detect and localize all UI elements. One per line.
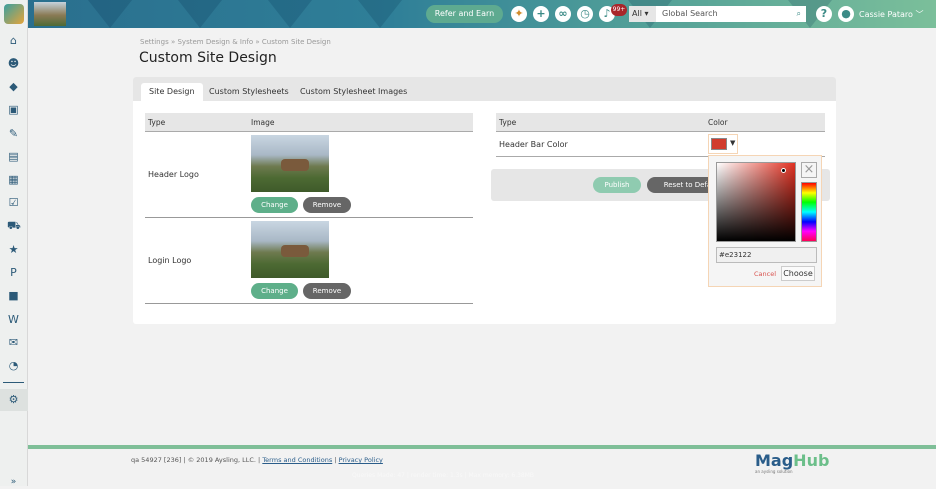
publish-button[interactable]: Publish bbox=[593, 177, 641, 193]
hex-input[interactable]: #e23122 bbox=[716, 247, 817, 263]
history-icon[interactable]: ◷ bbox=[577, 6, 593, 22]
calendar-icon[interactable]: ★ bbox=[7, 243, 20, 256]
col-type: Type bbox=[499, 118, 517, 127]
clipboard-icon[interactable]: ☑ bbox=[7, 196, 20, 209]
document-icon[interactable]: ▤ bbox=[7, 150, 20, 163]
table-row: Header Bar Color ▼ bbox=[496, 132, 825, 157]
page-title: Custom Site Design bbox=[139, 50, 277, 66]
logo-hub: Hub bbox=[793, 451, 830, 470]
tab-site-design[interactable]: Site Design bbox=[141, 83, 203, 101]
hue-slider[interactable] bbox=[801, 182, 817, 242]
handshake-icon[interactable]: ◆ bbox=[7, 80, 20, 93]
maghub-logo[interactable]: MagHub an aysling solution bbox=[755, 451, 830, 475]
ticket-icon[interactable]: ✎ bbox=[7, 127, 20, 140]
truck-icon[interactable]: ■ bbox=[7, 289, 20, 302]
change-button[interactable]: Change bbox=[251, 197, 298, 213]
footer-line bbox=[28, 445, 936, 449]
table-row: Login Logo Change Remove bbox=[145, 218, 473, 304]
logo-mag: Mag bbox=[755, 451, 794, 470]
w2-icon[interactable]: W bbox=[7, 313, 20, 326]
party-icon[interactable]: ✦ bbox=[511, 6, 527, 22]
user-name: Cassie Pataro bbox=[859, 10, 913, 19]
parking-icon[interactable]: P bbox=[7, 266, 20, 279]
home-icon[interactable]: ⌂ bbox=[7, 34, 20, 47]
user-menu[interactable]: Cassie Pataro ﹀ bbox=[859, 9, 923, 20]
chevron-down-icon: ﹀ bbox=[915, 10, 924, 19]
cancel-link[interactable]: Cancel bbox=[754, 270, 776, 278]
table-header: Type Color bbox=[496, 113, 825, 132]
sidebar: ⌂ ☻ ◆ ▣ ✎ ▤ ▦ ☑ ⛟ ★ P ■ W ✉ ◔ ⚙ » bbox=[0, 0, 28, 489]
gear-icon: ⚙ bbox=[8, 393, 19, 406]
settings-item[interactable]: ⚙ bbox=[0, 389, 28, 411]
plus-icon[interactable]: + bbox=[533, 6, 549, 22]
tab-bar: Site Design Custom Stylesheets Custom St… bbox=[133, 77, 836, 101]
breadcrumb-system-design[interactable]: System Design & Info bbox=[177, 38, 253, 46]
contacts-icon[interactable]: ☻ bbox=[7, 57, 20, 70]
search-placeholder: Global Search bbox=[662, 9, 718, 18]
chevron-down-icon: ▾ bbox=[644, 9, 649, 18]
row-type: Header Logo bbox=[148, 170, 199, 179]
global-search-input[interactable]: Global Search ⌕ bbox=[656, 6, 806, 22]
footer-info: qa 54927 [236] | © 2019 Aysling, LLC. | … bbox=[131, 456, 383, 464]
header-image bbox=[34, 2, 66, 26]
login-logo-image bbox=[251, 221, 329, 278]
search-scope-value: All bbox=[632, 9, 642, 18]
saturation-value-area[interactable] bbox=[716, 162, 796, 242]
link-icon[interactable]: ∞ bbox=[555, 6, 571, 22]
app-logo[interactable] bbox=[4, 4, 24, 24]
row-type: Login Logo bbox=[148, 256, 192, 265]
footer-copyright: qa 54927 [236] | © 2019 Aysling, LLC. | bbox=[131, 456, 261, 464]
avatar-icon[interactable]: ● bbox=[838, 6, 854, 22]
notification-badge: 99+ bbox=[611, 4, 627, 16]
col-type: Type bbox=[148, 118, 166, 127]
search-icon[interactable]: ⌕ bbox=[797, 6, 801, 22]
col-color: Color bbox=[708, 118, 728, 127]
table-header: Type Image bbox=[145, 113, 473, 132]
footer-stats: Queries Made: 47 | render time: 1.3s | M… bbox=[352, 472, 535, 479]
tab-custom-stylesheet-images[interactable]: Custom Stylesheet Images bbox=[292, 83, 415, 101]
refer-and-earn-button[interactable]: Refer and Earn bbox=[426, 5, 503, 23]
tab-custom-stylesheets[interactable]: Custom Stylesheets bbox=[201, 83, 297, 101]
color-swatch bbox=[711, 138, 727, 150]
top-header: Refer and Earn ✦ + ∞ ◷ ♪ 99+ All ▾ Globa… bbox=[28, 0, 936, 28]
privacy-link[interactable]: Privacy Policy bbox=[339, 456, 383, 464]
color-swatch-button[interactable]: ▼ bbox=[708, 134, 738, 154]
breadcrumb-settings[interactable]: Settings bbox=[140, 38, 169, 46]
search-scope-select[interactable]: All ▾ bbox=[629, 6, 656, 22]
ad-icon[interactable]: ▦ bbox=[7, 173, 20, 186]
picker-handle[interactable] bbox=[781, 168, 786, 173]
breadcrumb-sep: » bbox=[170, 38, 176, 46]
table-row: Header Logo Change Remove bbox=[145, 132, 473, 218]
breadcrumb: Settings » System Design & Info » Custom… bbox=[140, 38, 331, 46]
caret-down-icon: ▼ bbox=[730, 139, 736, 147]
sidebar-divider bbox=[3, 382, 24, 383]
change-button[interactable]: Change bbox=[251, 283, 298, 299]
remove-button[interactable]: Remove bbox=[303, 197, 351, 213]
remove-button[interactable]: Remove bbox=[303, 283, 351, 299]
terms-link[interactable]: Terms and Conditions bbox=[262, 456, 332, 464]
col-image: Image bbox=[251, 118, 275, 127]
expand-icon[interactable]: » bbox=[7, 476, 20, 489]
row-type: Header Bar Color bbox=[499, 140, 568, 149]
cart-icon[interactable]: ⛟ bbox=[7, 219, 21, 232]
mail-icon[interactable]: ✉ bbox=[7, 336, 20, 349]
color-table: Type Color Header Bar Color ▼ bbox=[496, 113, 825, 157]
breadcrumb-sep: » bbox=[255, 38, 260, 46]
choose-button[interactable]: Choose bbox=[781, 266, 815, 281]
images-table: Type Image Header Logo Change Remove Log… bbox=[145, 113, 473, 304]
help-icon[interactable]: ? bbox=[816, 6, 832, 22]
image-icon[interactable]: ▣ bbox=[7, 103, 20, 116]
clear-color-button[interactable]: × bbox=[801, 162, 817, 178]
header-logo-image bbox=[251, 135, 329, 192]
breadcrumb-current: Custom Site Design bbox=[261, 38, 331, 46]
color-picker-popup: × #e23122 Cancel Choose bbox=[708, 155, 822, 287]
chart-icon[interactable]: ◔ bbox=[7, 359, 20, 372]
